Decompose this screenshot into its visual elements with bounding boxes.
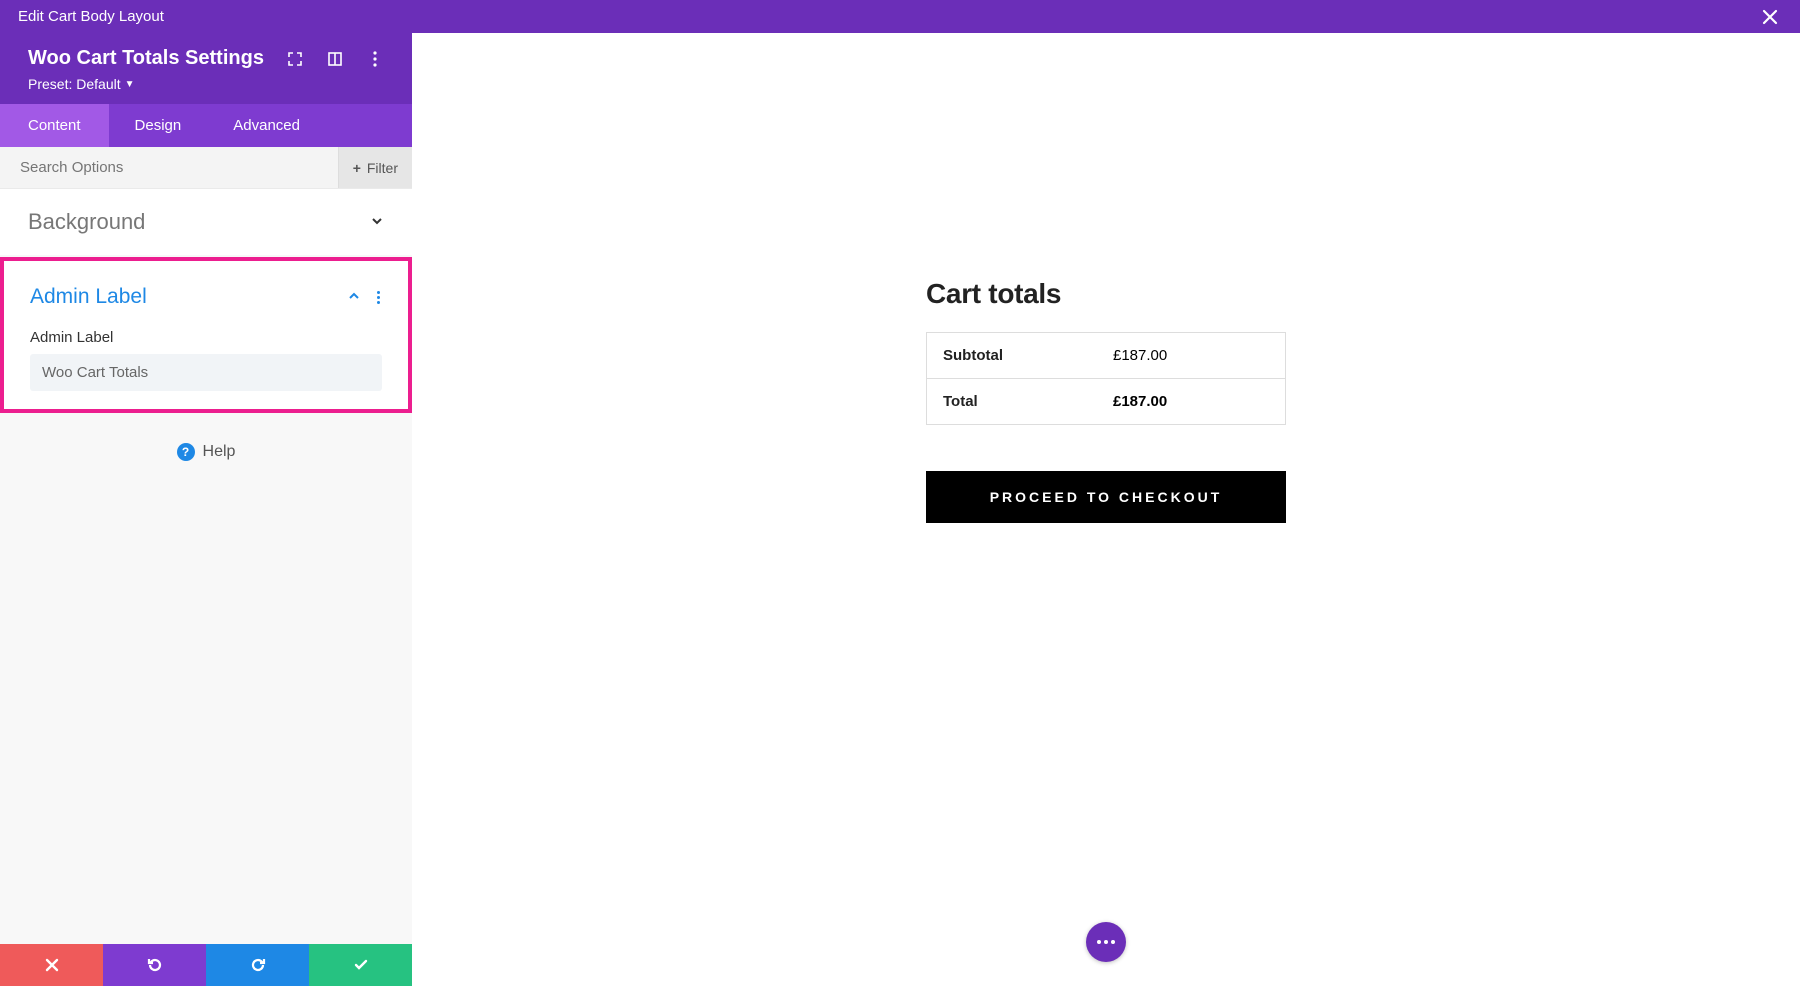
section-background[interactable]: Background [0, 189, 412, 255]
checkout-button[interactable]: PROCEED TO CHECKOUT [926, 471, 1286, 523]
cart-totals-module: Cart totals Subtotal £187.00 Total £187.… [926, 278, 1286, 523]
undo-button[interactable] [103, 944, 206, 986]
expand-icon[interactable] [286, 50, 304, 68]
panel-title: Woo Cart Totals Settings [28, 47, 278, 70]
caret-down-icon: ▼ [125, 79, 135, 90]
settings-sidebar: Woo Cart Totals Settings Preset: Default… [0, 33, 412, 986]
chevron-down-icon [370, 214, 384, 231]
filter-label: Filter [367, 160, 398, 176]
cart-heading: Cart totals [926, 278, 1286, 310]
subtotal-value: £187.00 [1113, 347, 1167, 364]
bottom-actions [0, 944, 412, 986]
admin-label-section: Admin Label Admin Label [0, 257, 412, 413]
preview-area: Cart totals Subtotal £187.00 Total £187.… [412, 33, 1800, 986]
confirm-button[interactable] [309, 944, 412, 986]
help-button[interactable]: ? Help [0, 413, 412, 491]
search-input[interactable] [0, 159, 338, 176]
cart-row-subtotal: Subtotal £187.00 [927, 333, 1285, 378]
total-label: Total [943, 393, 1113, 410]
column-icon[interactable] [326, 50, 344, 68]
admin-label-input[interactable] [30, 354, 382, 391]
section-more-icon[interactable] [375, 289, 382, 306]
tab-design[interactable]: Design [109, 104, 208, 147]
subtotal-label: Subtotal [943, 347, 1113, 364]
cart-table: Subtotal £187.00 Total £187.00 [926, 332, 1286, 425]
search-row: + Filter [0, 147, 412, 189]
topbar: Edit Cart Body Layout [0, 0, 1800, 33]
redo-button[interactable] [206, 944, 309, 986]
help-label: Help [203, 443, 236, 461]
more-icon[interactable] [366, 50, 384, 68]
plus-icon: + [353, 160, 361, 176]
tabs: Content Design Advanced [0, 104, 412, 147]
preset-label: Preset: Default [28, 76, 121, 92]
admin-label-field-label: Admin Label [30, 329, 382, 346]
filter-button[interactable]: + Filter [338, 147, 412, 188]
preset-dropdown[interactable]: Preset: Default ▼ [28, 76, 384, 92]
admin-label-title[interactable]: Admin Label [30, 285, 347, 309]
total-value: £187.00 [1113, 393, 1167, 410]
section-background-title: Background [28, 209, 370, 235]
close-icon[interactable] [1758, 5, 1782, 29]
panel-header: Woo Cart Totals Settings Preset: Default… [0, 33, 412, 104]
help-icon: ? [177, 443, 195, 461]
tab-content[interactable]: Content [0, 104, 109, 147]
chevron-up-icon[interactable] [347, 289, 361, 306]
tab-advanced[interactable]: Advanced [207, 104, 328, 147]
cancel-button[interactable] [0, 944, 103, 986]
cart-row-total: Total £187.00 [927, 378, 1285, 424]
fab-more-button[interactable] [1086, 922, 1126, 962]
topbar-title: Edit Cart Body Layout [18, 8, 164, 25]
